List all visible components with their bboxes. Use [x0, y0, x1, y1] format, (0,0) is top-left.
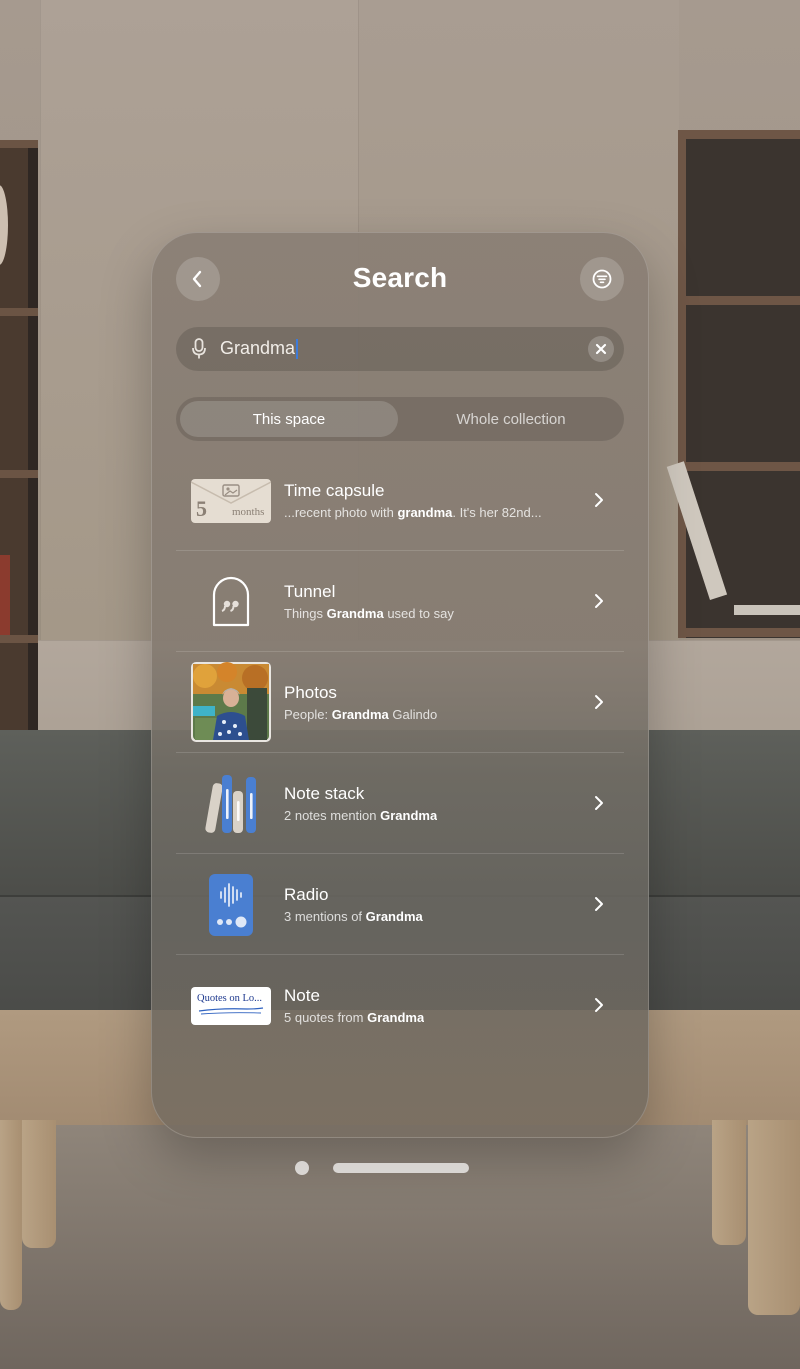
note-thumbnail: Quotes on Lo...	[191, 984, 271, 1028]
chevron-right-icon	[595, 594, 603, 608]
search-field[interactable]: Grandma	[176, 327, 624, 371]
scope-whole-collection[interactable]: Whole collection	[402, 401, 620, 437]
result-subtitle: 5 quotes from Grandma	[284, 1010, 425, 1025]
scope-segmented-control: This space Whole collection	[176, 397, 624, 441]
capsule-number: 5	[196, 496, 207, 521]
result-subtitle: ...recent photo with grandma. It's her 8…	[284, 505, 542, 520]
chevron-right-icon	[595, 796, 603, 810]
window-grab-bar[interactable]	[333, 1163, 469, 1173]
radio-icon	[209, 874, 253, 936]
quote-door-icon	[212, 576, 250, 627]
results-list: 5 months Time capsule ...recent photo wi…	[176, 450, 624, 1055]
clear-icon	[595, 343, 607, 355]
page-title: Search	[352, 262, 448, 293]
search-window: Search Grandma This space Whole collecti…	[151, 232, 649, 1138]
result-title: Note stack	[284, 784, 365, 803]
window-controls	[295, 1161, 469, 1175]
result-photos[interactable]: Photos People: Grandma Galindo	[176, 652, 624, 753]
tunnel-thumbnail	[191, 576, 271, 627]
chevron-right-icon	[595, 695, 603, 709]
capsule-unit: months	[232, 506, 265, 518]
search-input[interactable]: Grandma	[220, 338, 299, 359]
photos-thumbnail	[191, 662, 271, 742]
result-title: Radio	[284, 885, 329, 904]
chevron-right-icon	[595, 493, 603, 507]
result-tunnel[interactable]: Tunnel Things Grandma used to say	[176, 551, 624, 652]
result-subtitle: Things Grandma used to say	[284, 606, 454, 621]
result-subtitle: 3 mentions of Grandma	[284, 909, 423, 924]
result-title: Time capsule	[284, 481, 385, 500]
result-note-stack[interactable]: Note stack 2 notes mention Grandma	[176, 753, 624, 854]
filter-icon	[592, 269, 612, 289]
chevron-right-icon	[595, 897, 603, 911]
grandma-photo	[191, 662, 271, 742]
text-caret	[296, 338, 299, 359]
result-title: Photos	[284, 683, 337, 702]
result-title: Note	[284, 986, 320, 1005]
result-title: Tunnel	[284, 582, 336, 601]
time-capsule-thumbnail: 5 months	[191, 479, 271, 523]
clear-search-button[interactable]	[588, 336, 614, 362]
right-bookshelf	[666, 130, 800, 638]
microphone-icon[interactable]	[192, 338, 206, 360]
chevron-right-icon	[595, 998, 603, 1012]
result-radio[interactable]: Radio 3 mentions of Grandma	[176, 854, 624, 955]
note-stack-icon	[205, 775, 256, 833]
search-query: Grandma	[220, 338, 296, 358]
result-note[interactable]: Quotes on Lo... Note 5 quotes from Grand…	[176, 955, 624, 1055]
filter-button[interactable]	[580, 257, 624, 301]
result-subtitle: 2 notes mention Grandma	[284, 808, 438, 823]
note-stack-thumbnail	[191, 771, 271, 835]
window-close-dot[interactable]	[295, 1161, 309, 1175]
radio-thumbnail	[191, 872, 271, 938]
scope-this-space[interactable]: This space	[180, 401, 398, 437]
result-subtitle: People: Grandma Galindo	[284, 707, 438, 722]
result-time-capsule[interactable]: 5 months Time capsule ...recent photo wi…	[176, 450, 624, 551]
